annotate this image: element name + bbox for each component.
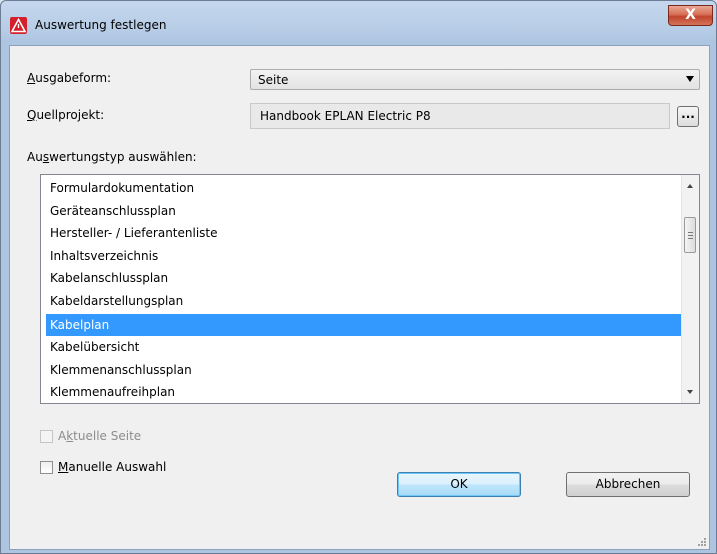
dialog-client-area: Ausgabeform: Seite Quellprojekt: Handboo… bbox=[9, 45, 710, 550]
list-item[interactable]: Inhaltsverzeichnis bbox=[48, 245, 681, 267]
list-item[interactable]: Kabelanschlussplan bbox=[48, 267, 681, 289]
vertical-scrollbar[interactable] bbox=[681, 175, 699, 403]
auswertungstyp-listbox[interactable]: Formulardokumentation Geräteanschlusspla… bbox=[40, 174, 700, 404]
aktuelle-seite-label: Aktuelle Seite bbox=[58, 429, 141, 443]
eplan-warning-icon bbox=[10, 17, 27, 34]
grip-line bbox=[688, 238, 693, 239]
ok-button[interactable]: OK bbox=[397, 472, 521, 497]
list-item-selected[interactable]: Kabelplan bbox=[46, 314, 681, 336]
list-item[interactable]: Klemmenanschlussplan bbox=[48, 359, 681, 381]
title-bar[interactable]: Auswertung festlegen X bbox=[1, 1, 716, 45]
chevron-down-icon bbox=[686, 76, 694, 82]
aktuelle-seite-checkbox bbox=[40, 430, 53, 443]
manuelle-auswahl-label-accesskey: M bbox=[58, 460, 69, 474]
ausgabeform-value: Seite bbox=[258, 73, 289, 87]
aktuelle-seite-label-before: A bbox=[58, 429, 67, 443]
window-title: Auswertung festlegen bbox=[35, 18, 167, 32]
ausgabeform-label-accesskey: A bbox=[27, 71, 36, 85]
quellprojekt-label-text: uellprojekt: bbox=[36, 108, 105, 122]
manuelle-auswahl-checkbox[interactable] bbox=[40, 461, 53, 474]
browse-button[interactable]: ... bbox=[677, 106, 699, 127]
ausgabeform-label: Ausgabeform: bbox=[27, 71, 111, 85]
aktuelle-seite-label-after: tuelle Seite bbox=[73, 429, 142, 443]
quellprojekt-label: Quellprojekt: bbox=[27, 108, 104, 122]
scroll-down-icon[interactable] bbox=[687, 390, 693, 394]
scrollbar-thumb[interactable] bbox=[684, 217, 696, 253]
manuelle-auswahl-label-after: anuelle Auswahl bbox=[68, 460, 167, 474]
list-item[interactable]: Kabelübersicht bbox=[48, 336, 681, 358]
auswertungstyp-label: Auswertungstyp auswählen: bbox=[27, 150, 197, 164]
scroll-up-icon[interactable] bbox=[687, 184, 693, 188]
auswertungstyp-label-before: Au bbox=[27, 150, 43, 164]
manuelle-auswahl-label[interactable]: Manuelle Auswahl bbox=[58, 460, 166, 474]
list-item[interactable]: Klemmenaufreihplan bbox=[48, 381, 681, 403]
quellprojekt-field: Handbook EPLAN Electric P8 bbox=[250, 103, 670, 129]
auswertungstyp-label-after: wertungstyp auswählen: bbox=[49, 150, 197, 164]
cancel-button[interactable]: Abbrechen bbox=[566, 472, 690, 497]
list-item[interactable]: Hersteller- / Lieferantenliste bbox=[48, 222, 681, 244]
grip-line bbox=[688, 232, 693, 233]
ellipsis-icon: ... bbox=[681, 107, 695, 121]
grip-line bbox=[688, 235, 693, 236]
ausgabeform-combobox[interactable]: Seite bbox=[250, 69, 700, 90]
quellprojekt-value: Handbook EPLAN Electric P8 bbox=[260, 109, 431, 123]
list-item[interactable]: Geräteanschlussplan bbox=[48, 200, 681, 222]
close-icon: X bbox=[685, 7, 696, 23]
ausgabeform-label-text: usgabeform: bbox=[35, 71, 112, 85]
dialog-window: Auswertung festlegen X Ausgabeform: Seit… bbox=[0, 0, 717, 554]
close-button[interactable]: X bbox=[668, 5, 713, 26]
resize-grip-icon[interactable] bbox=[697, 537, 707, 547]
list-item[interactable]: Formulardokumentation bbox=[48, 177, 681, 199]
list-item[interactable]: Kabeldarstellungsplan bbox=[48, 290, 681, 312]
